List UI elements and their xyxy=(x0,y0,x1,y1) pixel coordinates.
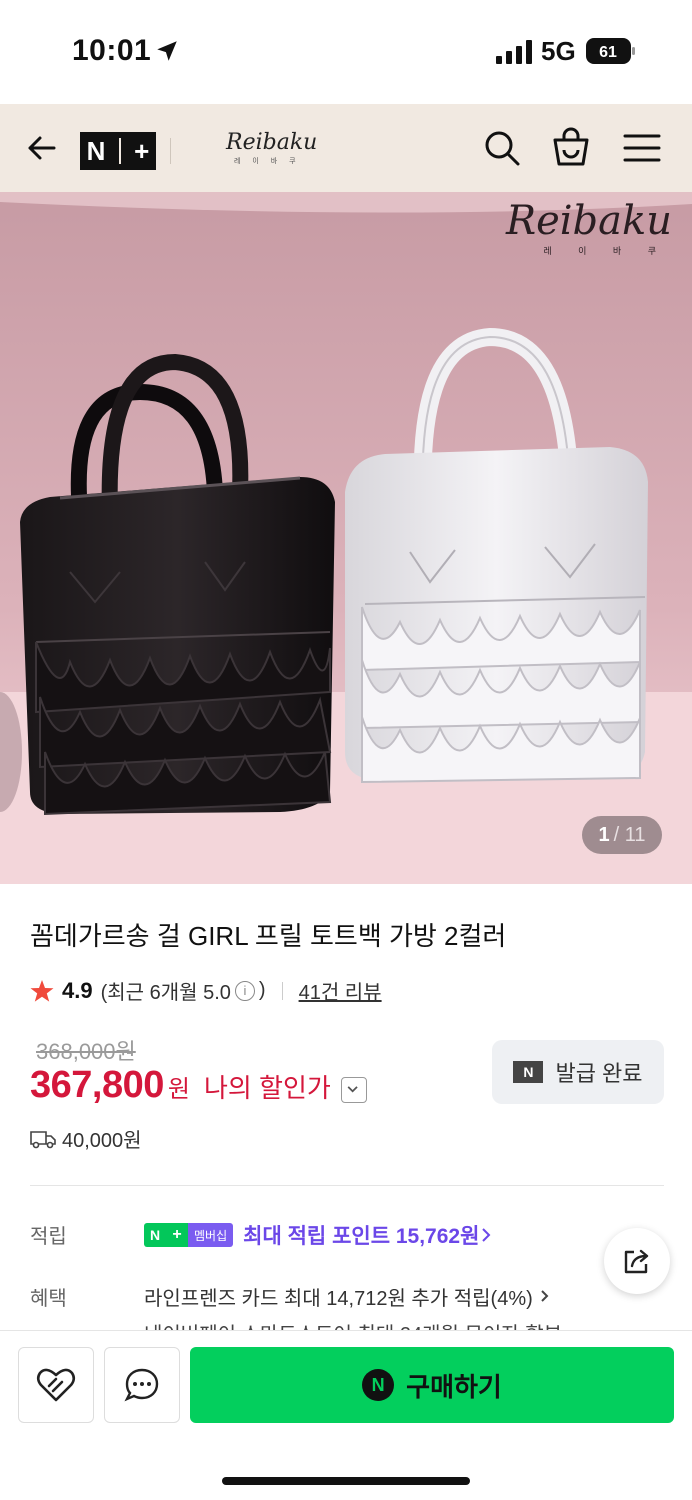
chevron-right-icon xyxy=(482,1228,491,1242)
card-benefit-text[interactable]: 라인프렌즈 카드 최대 14,712원 추가 적립(4%) xyxy=(144,1282,552,1311)
hamburger-menu-icon[interactable] xyxy=(622,130,662,166)
back-arrow-icon[interactable] xyxy=(24,130,60,166)
max-points-text: 최대 적립 포인트 15,762원 xyxy=(243,1225,480,1248)
image-counter: 1 / 11 xyxy=(582,816,662,854)
shipping-info: 40,000원 xyxy=(30,1124,142,1153)
product-title: 꼼데가르송 걸 GIRL 프릴 토트백 가방 2컬러 xyxy=(30,921,507,951)
buy-now-button[interactable]: N 구매하기 xyxy=(190,1347,674,1423)
status-bar: 10:01 5G 61 xyxy=(0,0,692,104)
price-row: 367,800 원 나의 할인가 xyxy=(30,1064,367,1107)
header-divider xyxy=(170,138,171,164)
battery-level: 61 xyxy=(599,44,617,61)
nplus-membership-badge: N + 멤버십 xyxy=(144,1223,234,1247)
membership-text: 멤버십 xyxy=(188,1223,234,1247)
search-icon[interactable] xyxy=(482,128,522,168)
points-row[interactable]: N + 멤버십 최대 적립 포인트 15,762원 xyxy=(144,1220,493,1250)
truck-icon xyxy=(30,1130,56,1148)
naver-n-icon: N xyxy=(513,1061,544,1083)
share-button[interactable] xyxy=(604,1228,670,1294)
chevron-right-icon xyxy=(541,1290,549,1302)
battery-icon: 61 xyxy=(586,38,635,64)
product-photo xyxy=(0,192,692,884)
app-header: N + Reibaku 레 이 바 쿠 xyxy=(0,104,692,192)
image-counter-current: 1 xyxy=(598,823,610,846)
network-type: 5G xyxy=(541,36,576,66)
original-price: 368,000원 xyxy=(36,1039,136,1064)
currency-unit: 원 xyxy=(167,1076,190,1103)
shopping-bag-icon[interactable] xyxy=(550,126,592,168)
info-icon[interactable]: i xyxy=(234,980,255,1001)
rating-divider xyxy=(281,981,283,1000)
rating-detail-close: ) xyxy=(258,979,266,1001)
section-divider xyxy=(30,1185,664,1186)
star-icon xyxy=(30,979,54,1002)
chevron-down-icon xyxy=(347,1086,358,1093)
heart-icon xyxy=(36,1368,76,1402)
shipping-fee: 40,000원 xyxy=(62,1130,142,1152)
my-discount-label: 나의 할인가 xyxy=(203,1073,331,1103)
cellular-signal-icon xyxy=(496,40,532,64)
coupon-label: 발급 완료 xyxy=(555,1061,643,1086)
chat-bubble-icon xyxy=(124,1368,159,1402)
brand-logo[interactable]: Reibaku xyxy=(226,130,317,155)
status-time: 10:01 xyxy=(72,34,152,67)
sale-price: 367,800 xyxy=(30,1064,164,1106)
nplus-logo[interactable]: N + xyxy=(80,132,156,170)
location-arrow-icon xyxy=(157,41,177,61)
image-watermark: Reibaku xyxy=(505,198,672,244)
coupon-issued-button[interactable]: N 발급 완료 xyxy=(492,1040,664,1104)
wishlist-button[interactable] xyxy=(18,1347,94,1423)
points-label: 적립 xyxy=(30,1226,67,1248)
share-icon xyxy=(624,1249,649,1274)
chat-inquiry-button[interactable] xyxy=(104,1347,180,1423)
brand-logo-sub: 레 이 바 쿠 xyxy=(234,158,301,165)
buy-label: 구매하기 xyxy=(406,1371,502,1402)
product-image-carousel[interactable]: Reibaku 레 이 바 쿠 1 / 11 xyxy=(0,192,692,884)
bottom-action-bar: N 구매하기 xyxy=(0,1330,692,1500)
image-watermark-sub: 레 이 바 쿠 xyxy=(543,246,668,256)
image-counter-total: / 11 xyxy=(613,823,646,846)
naver-pay-icon: N xyxy=(362,1369,395,1401)
rating-detail: (최근 6개월 5.0 xyxy=(100,982,231,1004)
review-count-link[interactable]: 41건 리뷰 xyxy=(299,976,382,1005)
rating-row: 4.9 (최근 6개월 5.0 i ) 41건 리뷰 xyxy=(30,976,382,1005)
nplus-plus: + xyxy=(134,135,150,166)
nplus-n: N xyxy=(86,135,106,166)
discount-detail-toggle[interactable] xyxy=(340,1077,367,1103)
rating-value: 4.9 xyxy=(62,977,93,1003)
benefit-label: 혜택 xyxy=(30,1288,67,1310)
home-indicator xyxy=(222,1477,470,1485)
installment-benefit-text: 네이버페이 스마트스토어 최대 24개월 무이자 할부 xyxy=(144,1318,562,1330)
